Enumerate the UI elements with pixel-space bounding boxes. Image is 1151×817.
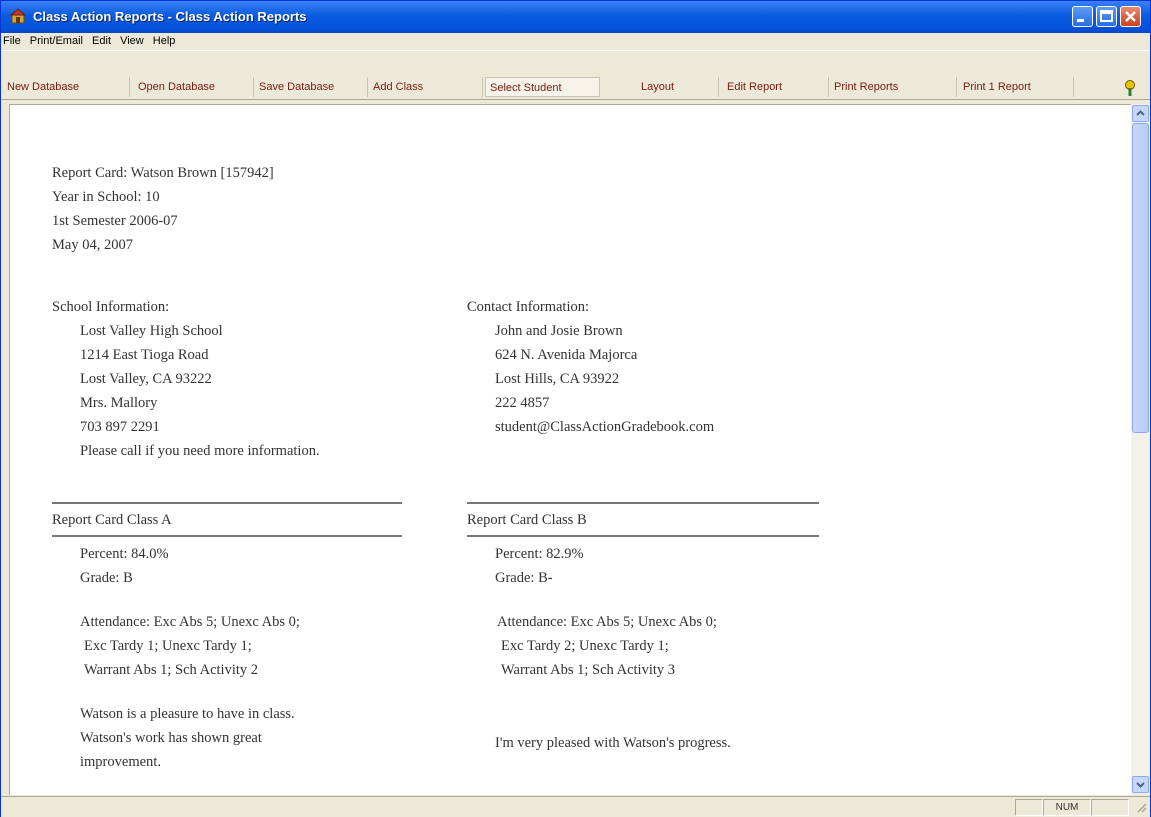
divider <box>467 502 819 504</box>
class-a-attendance: Warrant Abs 1; Sch Activity 2 <box>84 662 259 678</box>
class-a-comment: Watson's work has shown great <box>80 730 262 746</box>
window-title: Class Action Reports - Class Action Repo… <box>33 9 307 24</box>
class-a-comment: Watson is a pleasure to have in class. <box>80 706 295 722</box>
menu-edit[interactable]: Edit <box>89 33 114 47</box>
add-class-button[interactable]: Add Class <box>369 77 483 97</box>
class-b-name: Report Card Class B <box>467 512 587 528</box>
help-icon[interactable] <box>1122 79 1138 97</box>
class-b-attendance: Warrant Abs 1; Sch Activity 3 <box>501 662 676 678</box>
report-view[interactable]: Report Card: Watson Brown [157942] Year … <box>9 104 1132 795</box>
menu-file[interactable]: File <box>1 33 24 47</box>
class-a-percent: Percent: 84.0% <box>80 546 169 562</box>
class-a-attendance: Exc Tardy 1; Unexc Tardy 1; <box>84 638 252 654</box>
class-b-percent: Percent: 82.9% <box>495 546 584 562</box>
num-lock-indicator: NUM <box>1043 799 1091 816</box>
contact-line: 222 4857 <box>495 395 550 411</box>
school-line: Please call if you need more information… <box>80 443 320 459</box>
status-panel-blank <box>1091 799 1129 816</box>
contact-line: student@ClassActionGradebook.com <box>495 419 715 435</box>
menu-help[interactable]: Help <box>150 33 179 47</box>
class-a-name: Report Card Class A <box>52 512 172 528</box>
menu-view[interactable]: View <box>117 33 147 47</box>
scroll-thumb[interactable] <box>1132 123 1149 433</box>
status-panel-blank <box>1015 799 1043 816</box>
contact-line: John and Josie Brown <box>495 323 623 339</box>
scroll-down-button[interactable] <box>1132 776 1149 793</box>
class-a-attendance: Attendance: Exc Abs 5; Unexc Abs 0; <box>80 614 300 630</box>
divider <box>52 502 402 504</box>
minimize-icon <box>1077 19 1084 22</box>
contact-info-heading: Contact Information: <box>467 299 590 315</box>
close-icon <box>1125 11 1136 22</box>
class-b-grade: Grade: B- <box>495 570 553 586</box>
school-line: 703 897 2291 <box>80 419 160 435</box>
minimize-button[interactable] <box>1072 6 1093 27</box>
school-line: Lost Valley, CA 93222 <box>80 371 212 387</box>
school-line: Mrs. Mallory <box>80 395 158 411</box>
chevron-down-icon <box>1136 782 1145 788</box>
class-b-comment: I'm very pleased with Watson's progress. <box>495 735 731 751</box>
maximize-icon <box>1100 10 1113 22</box>
title-bar[interactable]: Class Action Reports - Class Action Repo… <box>1 1 1150 33</box>
divider <box>467 535 819 537</box>
resize-grip-icon[interactable] <box>1135 801 1147 813</box>
edit-report-button[interactable]: Edit Report <box>721 77 829 97</box>
select-student-button[interactable]: Select Student <box>485 77 600 97</box>
report-title: Report Card: Watson Brown [157942] <box>52 165 274 181</box>
school-line: 1214 East Tioga Road <box>80 347 209 363</box>
contact-line: 624 N. Avenida Majorca <box>495 347 638 363</box>
report-date: May 04, 2007 <box>52 237 133 253</box>
year-in-school: Year in School: 10 <box>52 189 160 205</box>
vertical-scrollbar[interactable] <box>1131 104 1150 794</box>
menu-bar: File Print/Email Edit View Help <box>1 33 1150 49</box>
toolbar: New Database Open Database Save Database… <box>1 50 1150 100</box>
new-database-button[interactable]: New Database <box>3 77 130 97</box>
class-b-attendance: Attendance: Exc Abs 5; Unexc Abs 0; <box>497 614 717 630</box>
app-icon <box>9 8 27 24</box>
class-a-comment: improvement. <box>80 754 161 770</box>
menu-print-email[interactable]: Print/Email <box>27 33 86 47</box>
layout-button[interactable]: Layout <box>603 77 719 97</box>
maximize-button[interactable] <box>1096 6 1117 27</box>
contact-line: Lost Hills, CA 93922 <box>495 371 620 387</box>
class-b-attendance: Exc Tardy 2; Unexc Tardy 1; <box>501 638 669 654</box>
chevron-up-icon <box>1136 110 1145 116</box>
open-database-button[interactable]: Open Database <box>134 77 254 97</box>
semester: 1st Semester 2006-07 <box>52 213 178 229</box>
save-database-button[interactable]: Save Database <box>255 77 368 97</box>
scroll-up-button[interactable] <box>1132 105 1149 122</box>
print-reports-button[interactable]: Print Reports <box>830 77 957 97</box>
print-1-report-button[interactable]: Print 1 Report <box>959 77 1074 97</box>
class-a-grade: Grade: B <box>80 570 133 586</box>
divider <box>52 535 402 537</box>
app-window: Class Action Reports - Class Action Repo… <box>0 0 1151 817</box>
school-info-heading: School Information: <box>52 299 170 315</box>
school-line: Lost Valley High School <box>80 323 223 339</box>
close-button[interactable] <box>1120 6 1141 27</box>
status-bar: NUM <box>1 796 1150 817</box>
